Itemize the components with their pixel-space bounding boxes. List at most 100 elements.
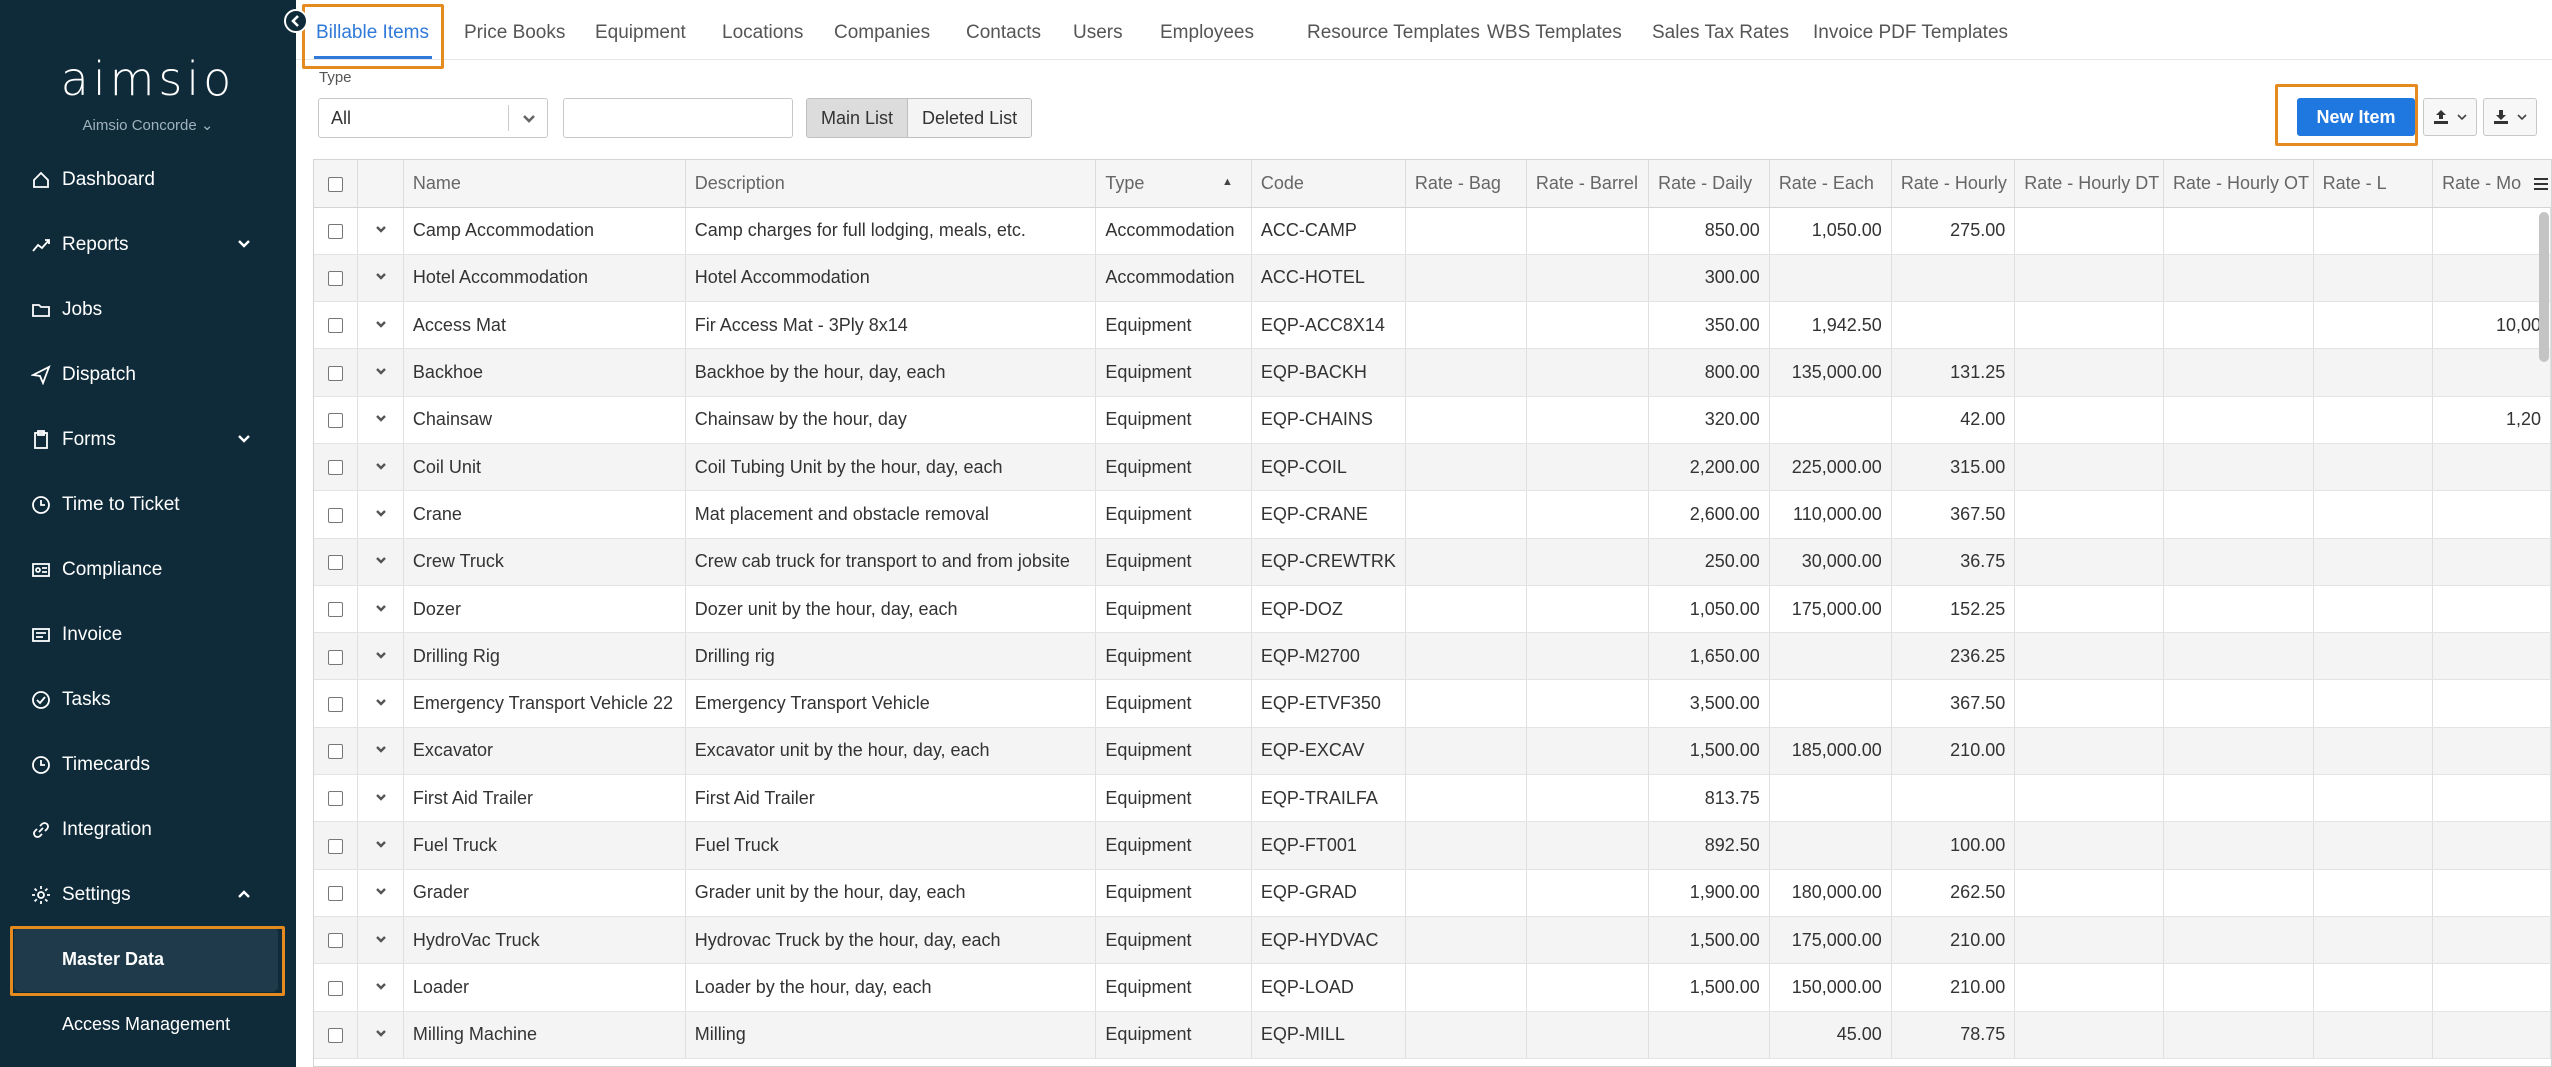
row-expand-cell[interactable] — [357, 679, 404, 728]
type-filter-select[interactable]: All — [318, 98, 548, 138]
sidebar-item-jobs[interactable]: Jobs — [0, 277, 296, 342]
column-header-description[interactable]: Description — [685, 160, 1097, 208]
search-input[interactable] — [563, 98, 793, 138]
tab-sales-tax-rates[interactable]: Sales Tax Rates — [1652, 22, 1789, 44]
row-checkbox[interactable] — [328, 602, 344, 618]
sidebar-item-integration[interactable]: Integration — [0, 797, 296, 862]
sidebar-subitem-access-management[interactable]: Access Management — [0, 992, 296, 1057]
sidebar-item-settings[interactable]: Settings — [0, 862, 296, 927]
row-expand-cell[interactable] — [357, 301, 404, 350]
table-row[interactable]: Crane Mat placement and obstacle removal E… — [314, 490, 2551, 539]
row-checkbox[interactable] — [328, 791, 344, 807]
row-checkbox[interactable] — [328, 318, 344, 334]
table-row[interactable]: Loader Loader by the hour, day, each Equip… — [314, 963, 2551, 1012]
sidebar-item-dashboard[interactable]: Dashboard — [0, 147, 296, 212]
main-list-button[interactable]: Main List — [807, 99, 908, 137]
row-expand-cell[interactable] — [357, 821, 404, 870]
vertical-scrollbar[interactable] — [2539, 212, 2549, 362]
row-checkbox[interactable] — [328, 838, 344, 854]
tab-locations[interactable]: Locations — [722, 22, 803, 44]
row-checkbox[interactable] — [328, 933, 344, 949]
column-header-rate-daily[interactable]: Rate - Daily — [1648, 160, 1770, 208]
sidebar-item-tasks[interactable]: Tasks — [0, 667, 296, 732]
row-checkbox[interactable] — [328, 413, 344, 429]
row-expand-cell[interactable] — [357, 443, 404, 492]
tab-wbs-templates[interactable]: WBS Templates — [1487, 22, 1622, 44]
sidebar-item-compliance[interactable]: Compliance — [0, 537, 296, 602]
tab-companies[interactable]: Companies — [834, 22, 930, 44]
sidebar-subitem-master-data[interactable]: Master Data — [14, 927, 278, 992]
table-row[interactable]: Grader Grader unit by the hour, day, each… — [314, 869, 2551, 917]
download-menu-button[interactable] — [2483, 98, 2537, 136]
tab-billable-items[interactable]: Billable Items — [316, 22, 429, 44]
sidebar-item-reports[interactable]: Reports — [0, 212, 296, 277]
table-row[interactable]: Chainsaw Chainsaw by the hour, day Equipme… — [314, 396, 2551, 444]
row-expand-cell[interactable] — [357, 207, 404, 255]
row-expand-cell[interactable] — [357, 869, 404, 917]
sidebar-item-invoice[interactable]: Invoice — [0, 602, 296, 667]
column-header-rate-hourly[interactable]: Rate - Hourly — [1891, 160, 2016, 208]
table-row[interactable]: Excavator Excavator unit by the hour, day… — [314, 727, 2551, 776]
row-checkbox[interactable] — [328, 507, 344, 523]
sidebar-item-time-to-ticket[interactable]: Time to Ticket — [0, 472, 296, 537]
column-header-rate-barrel[interactable]: Rate - Barrel — [1526, 160, 1650, 208]
row-expand-cell[interactable] — [357, 916, 404, 965]
row-checkbox[interactable] — [328, 980, 344, 996]
sidebar-item-dispatch[interactable]: Dispatch — [0, 342, 296, 407]
table-row[interactable]: HydroVac Truck Hydrovac Truck by the hour… — [314, 916, 2551, 965]
column-header-type[interactable]: Type ▲ — [1095, 160, 1252, 208]
row-expand-cell[interactable] — [357, 963, 404, 1012]
sidebar-item-timecards[interactable]: Timecards — [0, 732, 296, 797]
table-row[interactable]: Emergency Transport Vehicle 22 Emergency … — [314, 679, 2551, 728]
column-header-rate-l[interactable]: Rate - L — [2313, 160, 2434, 208]
row-expand-cell[interactable] — [357, 254, 404, 303]
tab-resource-templates[interactable]: Resource Templates — [1307, 22, 1480, 44]
column-header-rate-each[interactable]: Rate - Each — [1769, 160, 1892, 208]
column-header-rate-bag[interactable]: Rate - Bag — [1405, 160, 1527, 208]
row-checkbox[interactable] — [328, 460, 344, 476]
row-expand-cell[interactable] — [357, 348, 404, 397]
table-row[interactable]: First Aid Trailer First Aid Trailer Equipm… — [314, 774, 2551, 823]
tab-equipment[interactable]: Equipment — [595, 22, 686, 44]
sidebar-item-forms[interactable]: Forms — [0, 407, 296, 472]
table-row[interactable]: Milling Machine Milling Equipment EQP-MILL 4… — [314, 1011, 2551, 1059]
row-expand-cell[interactable] — [357, 538, 404, 586]
table-row[interactable]: Backhoe Backhoe by the hour, day, each Equ… — [314, 348, 2551, 397]
tab-employees[interactable]: Employees — [1160, 22, 1254, 44]
company-switcher[interactable]: Aimsio Concorde ⌄ — [0, 116, 296, 134]
column-header-name[interactable]: Name — [403, 160, 686, 208]
tab-price-books[interactable]: Price Books — [464, 22, 565, 44]
table-row[interactable]: Camp Accommodation Camp charges for full … — [314, 207, 2551, 255]
row-checkbox[interactable] — [328, 223, 344, 239]
row-checkbox[interactable] — [328, 886, 344, 902]
table-row[interactable]: Dozer Dozer unit by the hour, day, each Eq… — [314, 585, 2551, 634]
tab-invoice-pdf-templates[interactable]: Invoice PDF Templates — [1813, 22, 2008, 44]
row-expand-cell[interactable] — [357, 396, 404, 444]
new-item-button[interactable]: New Item — [2297, 98, 2415, 136]
row-checkbox[interactable] — [328, 696, 344, 712]
column-header-rate-hourly-ot[interactable]: Rate - Hourly OT — [2163, 160, 2314, 208]
row-expand-cell[interactable] — [357, 632, 404, 681]
row-checkbox[interactable] — [328, 744, 344, 760]
row-checkbox[interactable] — [328, 365, 344, 381]
row-expand-cell[interactable] — [357, 1011, 404, 1059]
row-checkbox[interactable] — [328, 1027, 344, 1043]
column-header-code[interactable]: Code — [1251, 160, 1406, 208]
collapse-sidebar-button[interactable] — [284, 9, 308, 33]
row-expand-cell[interactable] — [357, 727, 404, 776]
column-header-rate-hourly-dt[interactable]: Rate - Hourly DT — [2014, 160, 2164, 208]
row-checkbox[interactable] — [328, 271, 344, 287]
column-menu-icon[interactable] — [2531, 160, 2551, 207]
table-row[interactable]: Access Mat Fir Access Mat - 3Ply 8x14 Equi… — [314, 301, 2551, 350]
table-row[interactable]: Coil Unit Coil Tubing Unit by the hour, d… — [314, 443, 2551, 492]
upload-menu-button[interactable] — [2423, 98, 2477, 136]
deleted-list-button[interactable]: Deleted List — [907, 99, 1032, 137]
tab-users[interactable]: Users — [1073, 22, 1123, 44]
row-expand-cell[interactable] — [357, 585, 404, 634]
row-expand-cell[interactable] — [357, 774, 404, 823]
table-row[interactable]: Crew Truck Crew cab truck for transport t… — [314, 538, 2551, 586]
select-all-checkbox[interactable] — [328, 176, 344, 192]
row-checkbox[interactable] — [328, 649, 344, 665]
table-row[interactable]: Fuel Truck Fuel Truck Equipment EQP-FT001 89… — [314, 821, 2551, 870]
table-row[interactable]: Hotel Accommodation Hotel Accommodation Ac… — [314, 254, 2551, 303]
